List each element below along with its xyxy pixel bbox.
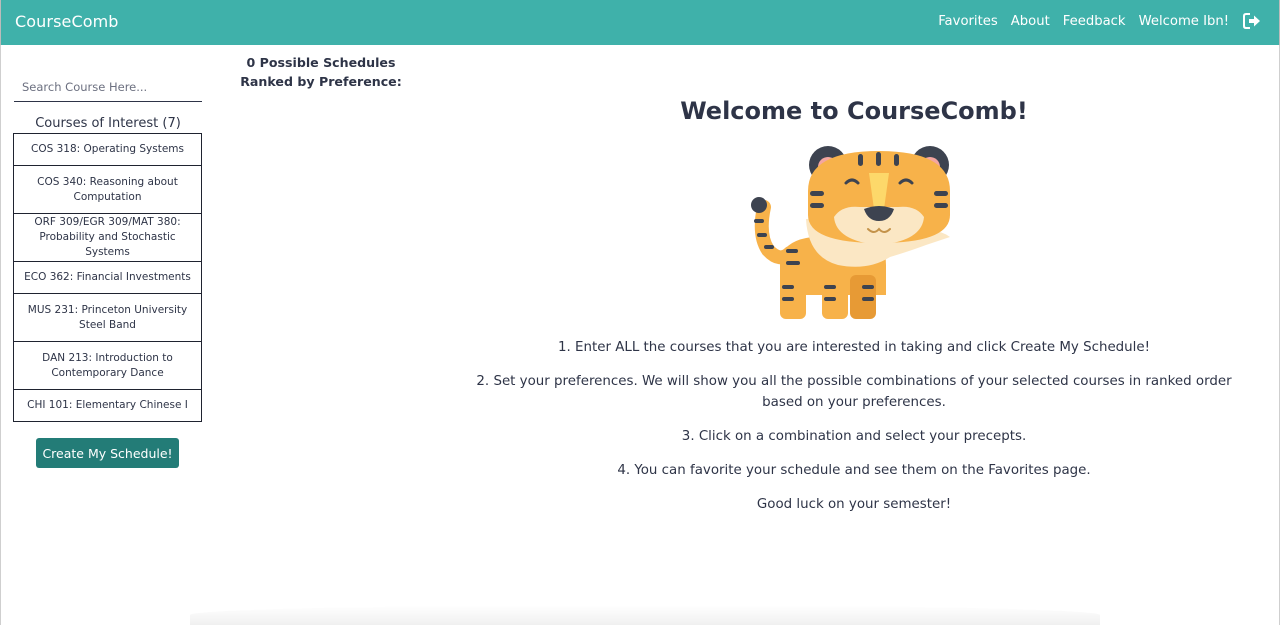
nav-about-link[interactable]: About — [1011, 14, 1050, 29]
nav-feedback-link[interactable]: Feedback — [1063, 14, 1126, 29]
top-navbar: CourseComb Favorites About Feedback Welc… — [0, 0, 1280, 45]
nav-favorites-link[interactable]: Favorites — [938, 14, 998, 29]
course-item[interactable]: COS 340: Reasoning about Computation — [13, 165, 202, 214]
instruction-step: 4. You can favorite your schedule and se… — [617, 463, 1091, 478]
instruction-step: 1. Enter ALL the courses that you are in… — [557, 340, 1151, 355]
frame-border-left — [0, 45, 1, 625]
good-luck-message: Good luck on your semester! — [756, 497, 952, 512]
brand-logo[interactable]: CourseComb — [15, 12, 119, 31]
instruction-step: 2. Set your preferences. We will show yo… — [476, 374, 1232, 410]
course-item[interactable]: CHI 101: Elementary Chinese I — [13, 389, 202, 422]
possible-schedules-heading: 0 Possible Schedules Ranked by Preferenc… — [240, 55, 402, 89]
course-item[interactable]: ORF 309/EGR 309/MAT 380: Probability and… — [13, 213, 202, 262]
nav-links: Favorites About Feedback Welcome Ibn! — [938, 13, 1261, 29]
course-item[interactable]: COS 318: Operating Systems — [13, 133, 202, 166]
instruction-step: 3. Click on a combination and select you… — [681, 429, 1027, 444]
course-item[interactable]: ECO 362: Financial Investments — [13, 261, 202, 294]
courses-of-interest-list: COS 318: Operating Systems COS 340: Reas… — [13, 133, 202, 422]
course-item[interactable]: MUS 231: Princeton University Steel Band — [13, 293, 202, 342]
search-wrapper — [14, 73, 202, 103]
search-course-input[interactable] — [14, 73, 202, 102]
nav-welcome-user[interactable]: Welcome Ibn! — [1139, 14, 1229, 29]
welcome-title: Welcome to CourseComb! — [680, 97, 1028, 125]
instructions-block: 1. Enter ALL the courses that you are in… — [474, 337, 1234, 528]
courses-of-interest-heading: Courses of Interest (7) — [35, 116, 181, 131]
logout-icon[interactable] — [1243, 13, 1261, 29]
bottom-shadow — [190, 605, 1100, 625]
course-item[interactable]: DAN 213: Introduction to Contemporary Da… — [13, 341, 202, 390]
tiger-illustration — [751, 146, 950, 319]
create-schedule-button[interactable]: Create My Schedule! — [36, 438, 179, 468]
